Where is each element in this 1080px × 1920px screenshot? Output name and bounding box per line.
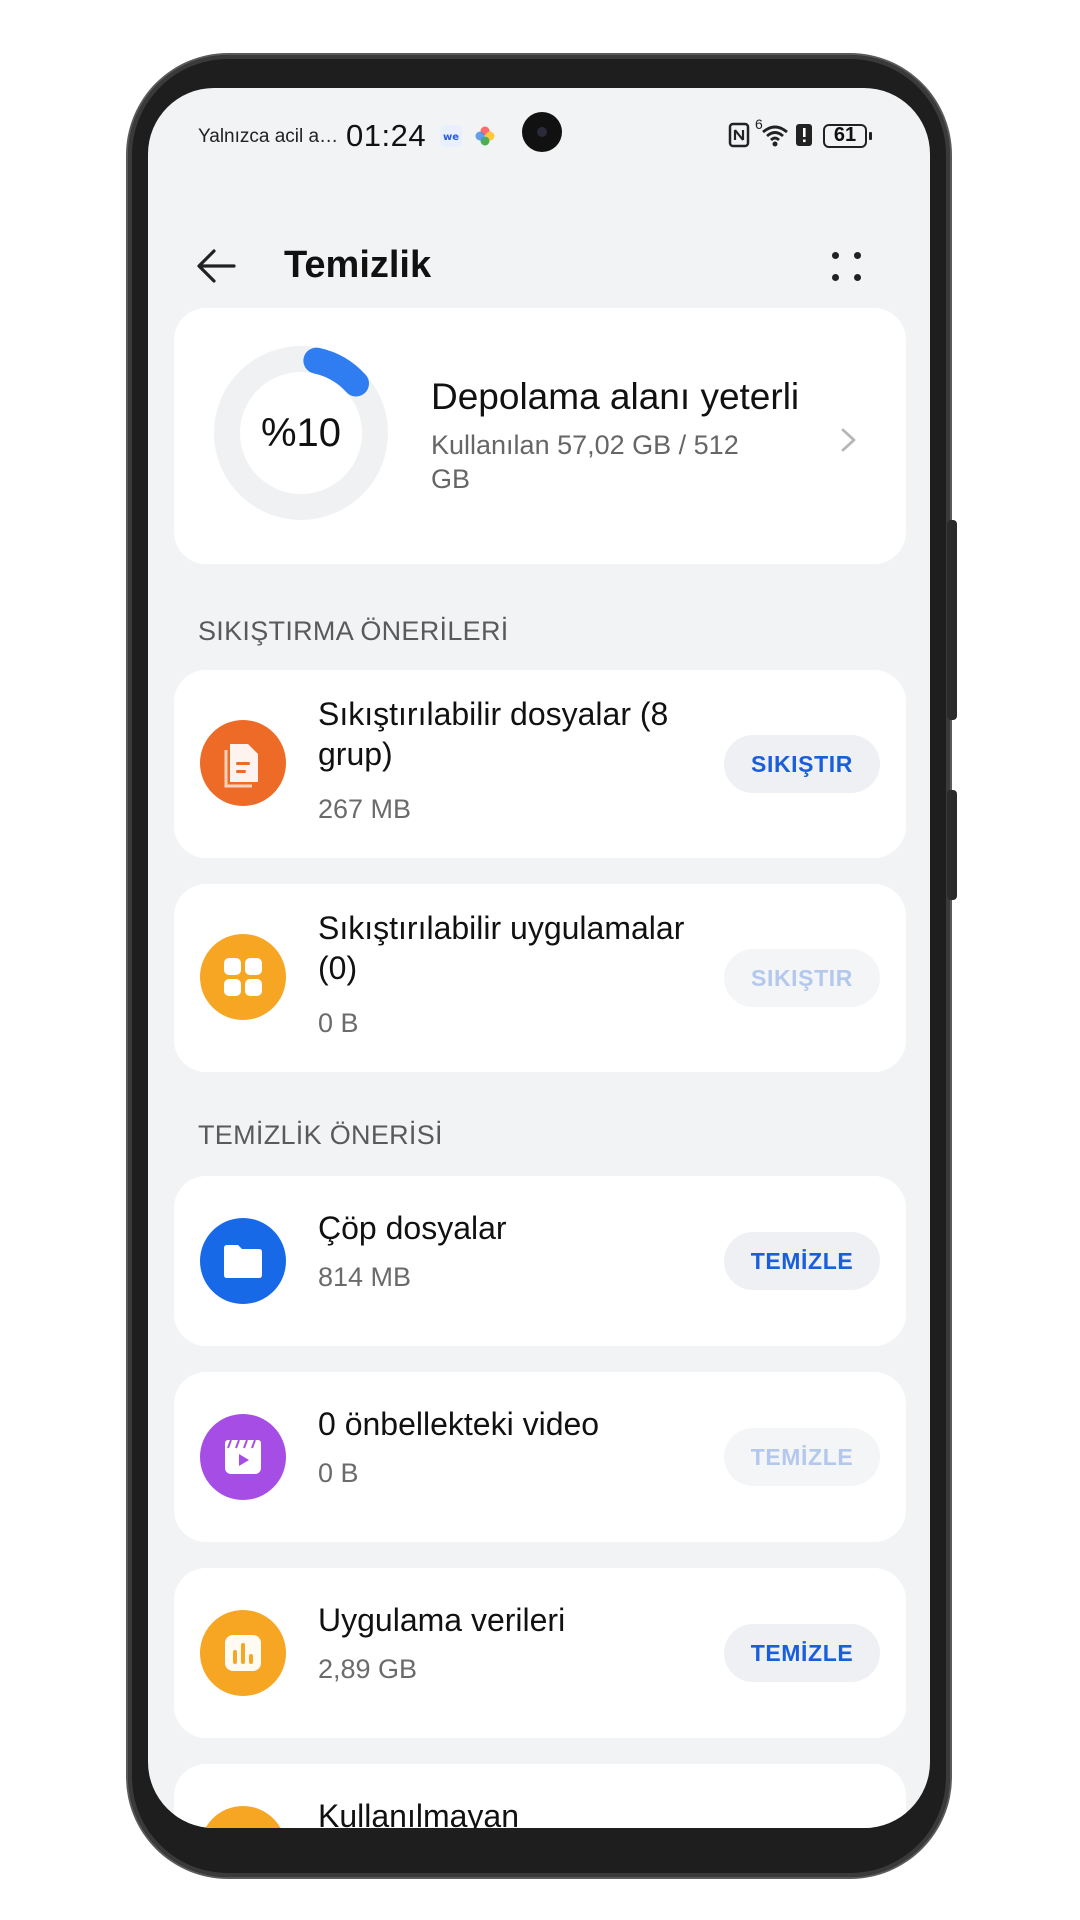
document-icon xyxy=(200,720,286,806)
item-size: 2,89 GB xyxy=(318,1654,418,1684)
list-item-cached-videos[interactable]: 0 önbellekteki video 0 B TEMİZLE xyxy=(174,1372,906,1542)
wifi-icon xyxy=(761,122,789,154)
storage-percent-text: %10 xyxy=(260,411,342,455)
item-label: Çöp dosyalar xyxy=(318,1210,507,1246)
chevron-right-icon xyxy=(834,420,864,460)
item-size: 267 MB xyxy=(318,794,412,824)
apps-grid-icon xyxy=(200,934,286,1020)
item-label: 0 önbellekteki video xyxy=(318,1406,600,1442)
power-button xyxy=(947,790,957,900)
storage-used-text: Kullanılan 57,02 GB / 512 GB xyxy=(431,430,739,494)
notification-app-icon: we xyxy=(440,125,462,147)
page-title: Temizlik xyxy=(284,244,432,286)
item-label: Kullanılmayan xyxy=(318,1798,519,1828)
compress-files-button[interactable]: SIKIŞTIR xyxy=(724,735,880,793)
app-icon xyxy=(200,1806,286,1828)
item-label: Uygulama verileri xyxy=(318,1602,566,1638)
bar-chart-icon xyxy=(200,1610,286,1696)
item-size: 814 MB xyxy=(318,1262,412,1292)
front-camera xyxy=(522,112,562,152)
compress-section-title: SIKIŞTIRMA ÖNERİLERİ xyxy=(198,616,509,646)
item-size: 0 B xyxy=(318,1458,359,1488)
status-bar: Yalnızca acil a… 01:24 we 6 61 xyxy=(148,88,930,178)
back-arrow-icon[interactable] xyxy=(190,240,242,292)
storage-summary-card[interactable]: %10 Depolama alanı yeterli Kullanılan 57… xyxy=(174,308,906,564)
storage-status-title: Depolama alanı yeterli xyxy=(431,376,800,417)
more-options-icon[interactable] xyxy=(828,246,868,286)
emergency-calls-text: Yalnızca acil a… xyxy=(198,126,339,147)
clock: 01:24 xyxy=(346,118,427,153)
list-item-unused[interactable]: Kullanılmayan xyxy=(174,1764,906,1828)
clean-app-data-button[interactable]: TEMİZLE xyxy=(724,1624,880,1682)
clean-videos-button[interactable]: TEMİZLE xyxy=(724,1428,880,1486)
battery-icon: 61 xyxy=(823,124,872,148)
item-size: 0 B xyxy=(318,1008,359,1038)
compress-apps-button[interactable]: SIKIŞTIR xyxy=(724,949,880,1007)
list-item-junk-files[interactable]: Çöp dosyalar 814 MB TEMİZLE xyxy=(174,1176,906,1346)
nfc-icon xyxy=(728,122,750,154)
clean-section-title: TEMİZLİK ÖNERİSİ xyxy=(198,1120,443,1150)
item-label: Sıkıştırılabilir uygulamalar (0) xyxy=(318,910,685,986)
list-item-compressible-apps[interactable]: Sıkıştırılabilir uygulamalar (0) 0 B SIK… xyxy=(174,884,906,1072)
title-bar: Temizlik xyxy=(148,228,930,308)
svg-text:we: we xyxy=(443,132,459,143)
clean-junk-button[interactable]: TEMİZLE xyxy=(724,1232,880,1290)
alert-icon xyxy=(794,122,814,154)
volume-button xyxy=(947,520,957,720)
item-label: Sıkıştırılabilir dosyalar (8 grup) xyxy=(318,696,669,772)
folder-icon xyxy=(200,1218,286,1304)
video-icon xyxy=(200,1414,286,1500)
photos-notification-icon xyxy=(474,125,496,147)
screen: Yalnızca acil a… 01:24 we 6 61 Temizlik xyxy=(148,88,930,1828)
list-item-app-data[interactable]: Uygulama verileri 2,89 GB TEMİZLE xyxy=(174,1568,906,1738)
list-item-compressible-files[interactable]: Sıkıştırılabilir dosyalar (8 grup) 267 M… xyxy=(174,670,906,858)
